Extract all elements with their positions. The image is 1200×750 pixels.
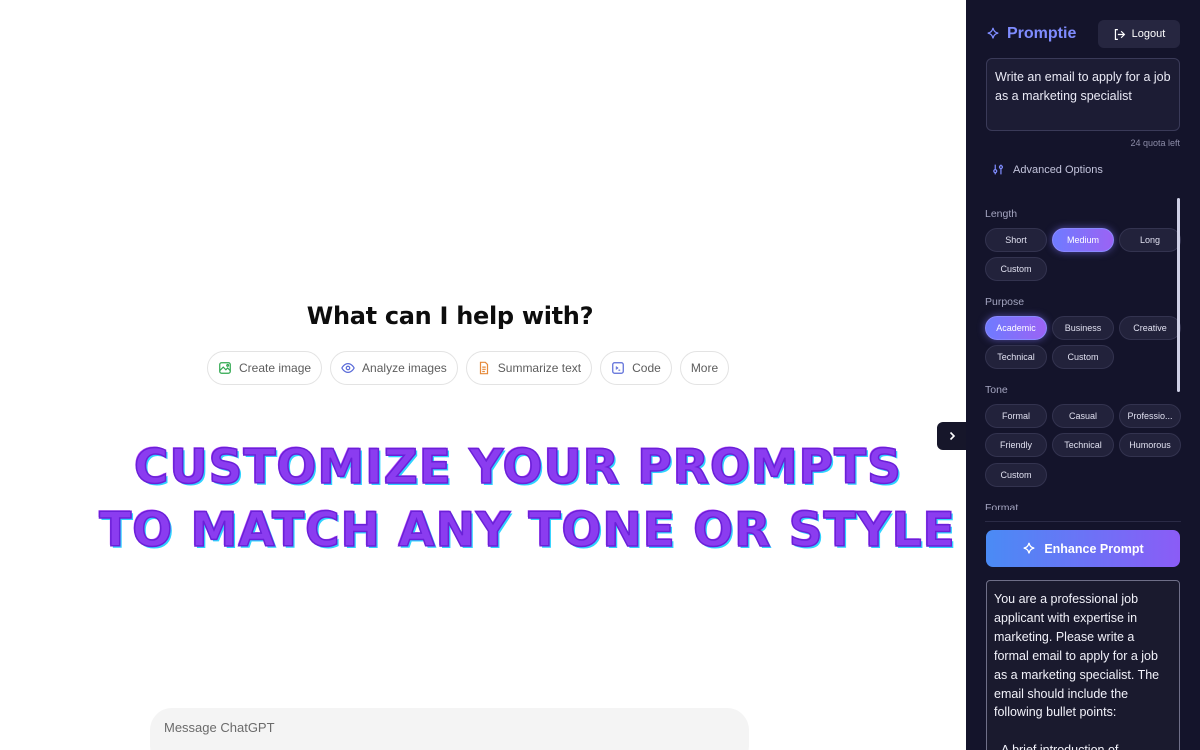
result-paragraph: You are a professional job applicant wit…	[994, 592, 1160, 720]
chip-label: Code	[632, 361, 661, 375]
chip-label: Create image	[239, 361, 312, 375]
result-paragraph: - A brief introduction of	[994, 741, 1172, 750]
purpose-option-technical[interactable]: Technical	[985, 345, 1047, 369]
chat-main-area: What can I help with? Create image Analy…	[0, 0, 966, 750]
promptie-panel: Promptie Logout Write an email to apply …	[966, 0, 1200, 750]
advanced-options-label: Advanced Options	[1013, 163, 1103, 176]
advanced-options-toggle[interactable]: Advanced Options	[992, 163, 1103, 176]
advanced-options-list: Length Short Medium Long Custom Purpose …	[966, 200, 1200, 510]
chip-label: Summarize text	[497, 361, 582, 375]
document-icon	[479, 361, 488, 375]
tone-option-casual[interactable]: Casual	[1052, 404, 1114, 428]
sparkle-icon	[1023, 542, 1035, 554]
length-label: Length	[985, 208, 1018, 220]
purpose-label: Purpose	[985, 296, 1025, 308]
promo-banner-line-2: to match any tone or style	[98, 502, 956, 559]
length-option-medium[interactable]: Medium	[1052, 228, 1114, 252]
code-icon	[612, 362, 624, 374]
purpose-option-academic[interactable]: Academic	[985, 316, 1047, 340]
quota-counter: 24 quota left	[1130, 138, 1180, 148]
create-image-chip[interactable]: Create image	[207, 351, 323, 385]
tone-option-technical[interactable]: Technical	[1052, 433, 1114, 457]
format-label: Format	[985, 502, 1019, 510]
promo-banner-line-1: Customize your prompts	[133, 439, 903, 496]
eye-icon	[341, 363, 355, 373]
length-option-custom[interactable]: Custom	[985, 257, 1047, 281]
purpose-option-custom[interactable]: Custom	[1052, 345, 1114, 369]
logout-icon	[1114, 28, 1125, 40]
divider	[985, 521, 1181, 522]
sliders-icon	[993, 164, 1004, 175]
summarize-text-chip[interactable]: Summarize text	[465, 351, 593, 385]
length-option-long[interactable]: Long	[1119, 228, 1181, 252]
chip-label: More	[690, 361, 719, 375]
sparkle-icon	[987, 27, 999, 39]
enhance-prompt-label: Enhance Prompt	[1044, 541, 1144, 556]
options-scrollbar[interactable]	[1177, 198, 1180, 392]
tone-option-humorous[interactable]: Humorous	[1119, 433, 1181, 457]
image-icon	[219, 362, 231, 374]
code-chip[interactable]: Code	[600, 351, 672, 385]
suggestion-chips: Create image Analyze images Summarize te…	[207, 351, 730, 385]
tone-option-formal[interactable]: Formal	[985, 404, 1047, 428]
tone-label: Tone	[985, 384, 1008, 396]
message-input[interactable]	[164, 720, 724, 735]
more-chip[interactable]: More	[679, 351, 730, 385]
tone-option-custom[interactable]: Custom	[985, 463, 1047, 487]
enhanced-prompt-output[interactable]: You are a professional job applicant wit…	[986, 580, 1180, 750]
logout-label: Logout	[1131, 28, 1166, 40]
brand: Promptie	[986, 25, 1076, 43]
purpose-option-creative[interactable]: Creative	[1119, 316, 1181, 340]
length-option-short[interactable]: Short	[985, 228, 1047, 252]
logout-button[interactable]: Logout	[1098, 20, 1180, 48]
purpose-option-business[interactable]: Business	[1052, 316, 1114, 340]
tone-option-professional[interactable]: Professio...	[1119, 404, 1181, 428]
tone-option-friendly[interactable]: Friendly	[985, 433, 1047, 457]
chip-label: Analyze images	[362, 361, 447, 375]
message-composer	[150, 708, 749, 750]
panel-toggle-button[interactable]	[937, 422, 966, 450]
page-title: What can I help with?	[306, 302, 594, 330]
prompt-input[interactable]: Write an email to apply for a job as a m…	[986, 58, 1180, 131]
brand-name: Promptie	[1007, 25, 1077, 42]
analyze-images-chip[interactable]: Analyze images	[330, 351, 458, 385]
chevron-right-icon	[949, 431, 955, 441]
enhance-prompt-button[interactable]: Enhance Prompt	[986, 530, 1180, 567]
